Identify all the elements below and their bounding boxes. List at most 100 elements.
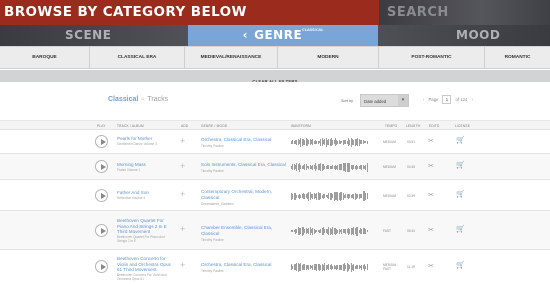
column-tempo: TEMPO [385, 124, 398, 128]
page-title: BROWSE BY CATEGORY BELOW [4, 4, 247, 20]
track-album[interactable]: Beethoven Concerto For Violin And Orches… [117, 273, 175, 282]
subgenre-romantic[interactable]: ROMANTIC [485, 47, 550, 69]
track-author[interactable]: Timothy Pauline [201, 238, 224, 242]
cart-icon[interactable]: 🛒 [456, 136, 465, 144]
play-icon[interactable] [95, 260, 108, 273]
table-row[interactable]: Pearls for Mother Gentlemen Dance Volume… [0, 130, 550, 154]
track-title[interactable]: Father And Son [117, 190, 175, 196]
subgenre-post-romantic[interactable]: POST-ROMANTIC [379, 47, 485, 69]
play-icon[interactable] [95, 189, 108, 202]
plus-icon[interactable]: + [180, 260, 185, 270]
scissors-icon[interactable]: ✂ [428, 226, 434, 234]
tracks-genre[interactable]: Classical [108, 96, 138, 103]
table-row[interactable]: Beethoven Concerto for Violin and Orches… [0, 250, 550, 284]
track-genre[interactable]: Orchestra, Classical Era, Classical [201, 137, 286, 143]
track-title[interactable]: Morning Mass [117, 162, 175, 168]
track-length: 03:39 [407, 194, 415, 198]
column-length: LENGTH [406, 124, 421, 128]
subgenre-filters: BAROQUE CLASSICAL ERA MEDIEVAL/RENAISSAN… [0, 46, 550, 69]
track-album[interactable]: Gentlemen Dance Volume 3 [117, 142, 175, 147]
column-license: LICENSE [455, 124, 471, 128]
search-label[interactable]: SEARCH [387, 5, 449, 20]
track-author[interactable]: Timothy Pauline [201, 169, 224, 173]
column-track: TRACK / ALBUM [117, 124, 144, 128]
subgenre-classical-era[interactable]: CLASSICAL ERA [90, 47, 185, 69]
chevron-down-icon[interactable]: ▾ [398, 95, 408, 106]
waveform[interactable] [291, 191, 373, 201]
track-author[interactable]: Timothy Pauline [201, 269, 224, 273]
track-genre[interactable]: Solo Instruments, Classical Era, Classic… [201, 162, 286, 168]
waveform[interactable] [291, 162, 373, 172]
tab-genre-selected: CLASSICAL [302, 28, 324, 32]
tracks-header: Classical ⌂ Tracks Sort by Date added ▾ ‹ P… [0, 82, 550, 120]
play-icon[interactable] [95, 160, 108, 173]
next-page-icon[interactable]: › [471, 97, 472, 102]
cart-icon[interactable]: 🛒 [456, 190, 465, 198]
scissors-icon[interactable]: ✂ [428, 162, 434, 170]
plus-icon[interactable]: + [180, 136, 185, 146]
plus-icon[interactable]: + [180, 224, 185, 234]
scissors-icon[interactable]: ✂ [428, 137, 434, 145]
waveform[interactable] [291, 137, 373, 147]
plus-icon[interactable]: + [180, 189, 185, 199]
waveform[interactable] [291, 226, 373, 236]
tracks-separator: ⌂ [141, 96, 145, 102]
table-row[interactable]: Beethoven Quartet For Piano And Strings … [0, 211, 550, 250]
play-icon[interactable] [95, 135, 108, 148]
track-tempo: MEDIUM [383, 140, 396, 144]
sort-select-value: Date added [364, 99, 387, 104]
track-genre[interactable]: Orchestra, Classical Era, Classical [201, 262, 286, 268]
track-length: 03:51 [407, 140, 415, 144]
cart-icon[interactable]: 🛒 [456, 225, 465, 233]
track-title[interactable]: Beethoven Concerto for Violin and Orches… [117, 256, 175, 273]
play-icon[interactable] [95, 224, 108, 237]
track-album[interactable]: Reflective Volume 4 [117, 196, 175, 201]
column-headers: PLAY TRACK / ALBUM ADD GENRE / MOOD WAVE… [0, 120, 550, 130]
tab-genre[interactable]: ‹ GENRECLASSICAL [188, 25, 378, 46]
table-row[interactable]: Morning Mass Praise Volume 1 + Solo Inst… [0, 154, 550, 180]
track-title[interactable]: Beethoven Quartet For Piano And Strings … [117, 218, 175, 235]
tracks-title: Classical ⌂ Tracks [108, 96, 168, 103]
subgenre-medieval-renaissance[interactable]: MEDIEVAL/RENAISSANCE [185, 47, 278, 69]
tab-genre-label: GENRE [254, 28, 303, 42]
track-genre[interactable]: Contemporary Orchestral, Modern, Classic… [201, 189, 286, 200]
plus-icon[interactable]: + [180, 161, 185, 171]
track-tempo: MEDIUM [383, 165, 396, 169]
column-waveform: WAVEFORM [291, 124, 312, 128]
scissors-icon[interactable]: ✂ [428, 191, 434, 199]
search-area[interactable]: SEARCH [379, 0, 550, 25]
column-play: PLAY [97, 124, 106, 128]
subgenre-baroque[interactable]: BAROQUE [0, 47, 90, 69]
track-album[interactable]: Beethoven Quartet For Piano And Strings … [117, 235, 175, 244]
track-author[interactable]: Timothy Pauline [201, 144, 224, 148]
table-row[interactable]: Father And Son Reflective Volume 4 + Con… [0, 180, 550, 211]
sort-by-label: Sort by [341, 99, 354, 103]
waveform[interactable] [291, 262, 373, 272]
tracks-label: Tracks [147, 96, 169, 103]
track-title[interactable]: Pearls for Mother [117, 136, 175, 142]
chevron-left-icon[interactable]: ‹ [243, 28, 248, 42]
column-edits: EDITS [429, 124, 440, 128]
track-length: 02:45 [407, 165, 415, 169]
page-label: Page [428, 97, 439, 102]
track-genre[interactable]: Chamber Ensemble, Classical Era, Classic… [201, 225, 286, 236]
column-genre: GENRE / MOOD [201, 124, 228, 128]
track-tempo: MEDIUM - FAST [383, 263, 398, 271]
top-banner: BROWSE BY CATEGORY BELOW SEARCH [0, 0, 550, 25]
scissors-icon[interactable]: ✂ [428, 262, 434, 270]
track-tempo: MEDIUM [383, 194, 396, 198]
track-album[interactable]: Praise Volume 1 [117, 168, 175, 173]
track-tempo: FAST [383, 229, 391, 233]
track-length: 11:19 [407, 265, 415, 269]
cart-icon[interactable]: 🛒 [456, 261, 465, 269]
track-length: 05:34 [407, 229, 415, 233]
cart-icon[interactable]: 🛒 [456, 161, 465, 169]
sort-select[interactable]: Date added ▾ [360, 94, 409, 107]
subgenre-modern[interactable]: MODERN [278, 47, 379, 69]
track-author[interactable]: Dreamdance_Saddeen [201, 202, 234, 206]
page-number-input[interactable]: 1 [442, 95, 452, 104]
category-tabs: SCENE ‹ GENRECLASSICAL MOOD [0, 25, 550, 46]
page-of-label: of 124 [455, 97, 468, 102]
clear-filters-bar[interactable]: CLEAR ALL FILTERS [0, 70, 550, 84]
prev-page-icon[interactable]: ‹ [423, 97, 424, 102]
